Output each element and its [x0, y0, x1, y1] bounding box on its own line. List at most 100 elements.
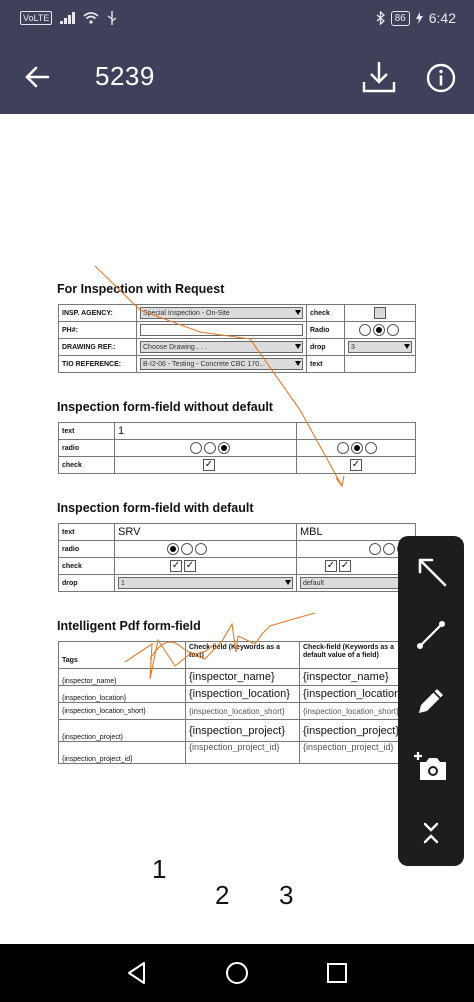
field-default-inspection-location-short[interactable]: {inspection_location_short}	[303, 707, 404, 716]
intelligent-form-table: Tags Check-field (Keywords as a text) Ch…	[58, 641, 408, 764]
radio-left-1[interactable]	[190, 442, 202, 454]
ph-text-field[interactable]	[140, 324, 303, 336]
field-default-inspector-name[interactable]: {inspector_name}	[303, 671, 404, 683]
app-bar: 5239	[0, 40, 474, 114]
header-col1: Check-field (Keywords as a text)	[189, 644, 281, 659]
drop-left-dropdown[interactable]: 1	[118, 577, 293, 589]
field-default-inspection-project[interactable]: {inspection_project}	[303, 725, 404, 737]
volte-badge: VoLTE	[20, 11, 53, 25]
nav-recents-icon[interactable]	[324, 960, 350, 986]
radio-left-1[interactable]	[167, 543, 179, 555]
check-box[interactable]	[374, 307, 386, 319]
label-drop: drop	[310, 343, 326, 351]
arrow-left-icon[interactable]	[22, 60, 52, 94]
nav-back-icon[interactable]	[124, 960, 150, 986]
check-left-2[interactable]: ✓	[183, 560, 196, 572]
status-bar: VoLTE 86 6:42	[0, 0, 474, 40]
collapse-icon[interactable]	[410, 812, 452, 854]
text-field-right[interactable]	[296, 422, 416, 440]
section-title-request: For Inspection with Request	[57, 282, 225, 296]
label-tio-reference: TIO REFERENCE:	[62, 360, 122, 368]
signal-icon	[60, 12, 76, 24]
text-field[interactable]	[344, 355, 416, 373]
pen-icon[interactable]	[410, 680, 452, 722]
radio-left-3[interactable]	[195, 543, 207, 555]
label-drop: drop	[62, 579, 78, 587]
radio-right-3[interactable]	[365, 442, 377, 454]
field-inspection-project[interactable]: {inspection_project}	[189, 725, 296, 737]
label-drawing-ref: DRAWING REF.:	[62, 343, 116, 351]
bluetooth-icon	[376, 11, 385, 25]
section-title-intelligent: Intelligent Pdf form-field	[57, 619, 201, 633]
radio-left-3[interactable]	[218, 442, 230, 454]
tag-inspection-location: {inspection_location}	[62, 695, 127, 702]
page-number-2: 2	[215, 880, 230, 910]
field-default-inspection-project-id[interactable]: {inspection_project_id}	[303, 742, 404, 752]
radio-right-2[interactable]	[383, 543, 395, 555]
radio-left-2[interactable]	[181, 543, 193, 555]
label-check: check	[62, 562, 82, 570]
drop-right-dropdown[interactable]: default	[300, 577, 412, 589]
section-title-no-default: Inspection form-field without default	[57, 400, 273, 414]
page-title: 5239	[95, 61, 155, 91]
label-text: text	[62, 427, 75, 435]
drawing-ref-dropdown[interactable]: Choose Drawing . . .	[140, 341, 303, 353]
info-icon[interactable]	[425, 62, 457, 94]
usb-icon	[107, 11, 117, 25]
radio-2[interactable]	[373, 324, 385, 336]
ink-stroke-arrowhead	[335, 475, 345, 488]
label-radio: radio	[62, 545, 80, 553]
label-insp-agency: INSP. AGENCY:	[62, 309, 113, 317]
text-field-right[interactable]: MBL	[300, 526, 323, 538]
select-arrow-icon[interactable]	[410, 550, 452, 592]
label-check: check	[62, 461, 82, 469]
download-icon[interactable]	[360, 58, 398, 96]
label-text: text	[310, 360, 323, 368]
label-radio: Radio	[310, 326, 330, 334]
check-right[interactable]: ✓	[350, 459, 362, 471]
wifi-icon	[83, 12, 99, 24]
text-field-left[interactable]: 1	[118, 425, 124, 437]
check-left-1[interactable]: ✓	[170, 560, 182, 572]
tio-reference-dropdown[interactable]: B-I2-06 - Testing - Concrete CBC 170...	[140, 358, 303, 370]
radio-right-2[interactable]	[351, 442, 363, 454]
field-inspection-project-id[interactable]: {inspection_project_id}	[189, 742, 296, 752]
check-right-1[interactable]: ✓	[325, 560, 337, 572]
nav-home-icon[interactable]	[224, 960, 250, 986]
system-nav-bar	[0, 944, 474, 1002]
no-default-form-table: text 1 radio check ✓ ✓	[58, 422, 416, 474]
tag-inspection-project: {inspection_project}	[62, 734, 124, 741]
radio-right-1[interactable]	[369, 543, 381, 555]
field-inspection-location[interactable]: {inspection_location}	[189, 688, 296, 700]
text-field-left[interactable]: SRV	[118, 526, 140, 538]
label-text: text	[62, 528, 75, 536]
field-inspection-location-short[interactable]: {inspection_location_short}	[189, 707, 296, 716]
add-photo-icon[interactable]	[410, 746, 452, 788]
check-left[interactable]: ✓	[203, 459, 215, 471]
page-number-3: 3	[279, 880, 294, 910]
tag-inspection-location-short: {inspection_location_short}	[62, 707, 146, 715]
with-default-form-table: text SRV MBL radio check ✓ ✓ ✓ ✓ drop 1 …	[58, 523, 416, 592]
section-title-with-default: Inspection form-field with default	[57, 501, 254, 515]
drop-dropdown[interactable]: 3	[348, 341, 412, 353]
header-tags: Tags	[62, 657, 78, 664]
radio-3[interactable]	[387, 324, 399, 336]
tag-inspection-project-id: {inspection_project_id}	[62, 756, 133, 763]
battery-icon: 86	[390, 10, 410, 26]
clock: 6:42	[428, 10, 456, 26]
field-default-inspection-location[interactable]: {inspection_location}	[303, 688, 404, 700]
annotation-toolbar	[398, 536, 464, 866]
label-ph: PH#:	[62, 326, 78, 334]
radio-1[interactable]	[359, 324, 371, 336]
insp-agency-dropdown[interactable]: Special Inspection - On-Site	[140, 307, 303, 319]
radio-left-2[interactable]	[204, 442, 216, 454]
charging-icon	[415, 12, 423, 24]
field-inspector-name[interactable]: {inspector_name}	[189, 671, 296, 683]
request-form-table: INSP. AGENCY: Special Inspection - On-Si…	[58, 304, 416, 373]
label-radio: radio	[62, 444, 80, 452]
line-tool-icon[interactable]	[410, 614, 452, 656]
label-check: check	[310, 309, 330, 317]
check-right-2[interactable]: ✓	[338, 560, 351, 572]
tag-inspector-name: {inspector_name}	[62, 678, 117, 685]
radio-right-1[interactable]	[337, 442, 349, 454]
